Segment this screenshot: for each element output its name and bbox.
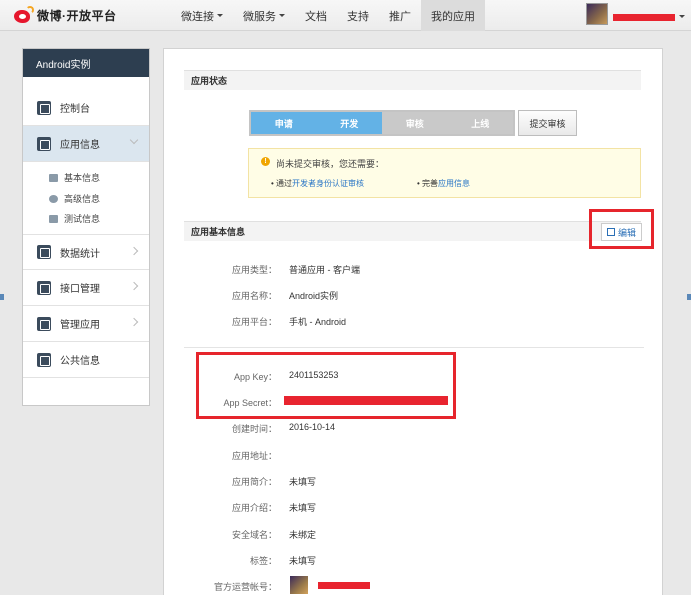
card-icon: [49, 173, 58, 182]
sidebar-item-manage-app[interactable]: 管理应用: [23, 306, 149, 342]
row-label: 应用平台：: [231, 317, 277, 327]
notice-title: 尚未提交审核，您还需要：: [276, 159, 385, 169]
main-nav: 微连接 微服务 文档 支持 推广 我的应用: [171, 0, 485, 31]
row-label: 应用简介：: [231, 477, 277, 487]
nav-label: 支持: [347, 10, 369, 23]
sidebar-app-title: Android实例: [23, 49, 149, 77]
user-card-icon: [49, 214, 58, 223]
user-menu[interactable]: [586, 3, 685, 25]
warning-icon: !: [261, 157, 270, 166]
sidebar-item-label: 管理应用: [60, 320, 100, 331]
redacted-official-account: [318, 582, 370, 589]
sidebar-item-label: 数据统计: [60, 248, 100, 260]
sidebar-subitem-advanced-info[interactable]: 高级信息: [49, 192, 100, 205]
nav-label: 推广: [389, 10, 411, 23]
sidebar-item-api-management[interactable]: 接口管理: [23, 270, 149, 306]
row-label: 应用介绍：: [231, 503, 277, 513]
complete-app-info-link[interactable]: 应用信息: [438, 179, 470, 188]
chart-icon: [37, 245, 51, 259]
nav-item-weilianjie[interactable]: 微连接: [171, 0, 233, 31]
resize-handle-right: [687, 294, 691, 300]
info-icon: [49, 194, 58, 203]
nav-label: 文档: [305, 10, 327, 23]
row-label: 应用名称：: [231, 291, 277, 301]
main-panel: 应用状态 申请 开发 审核 上线 提交审核 ! 尚未提交审核，您还需要： • 通…: [163, 48, 663, 595]
step-online: 上线: [447, 112, 513, 134]
official-account-avatar: [290, 576, 308, 594]
sidebar-item-label: 应用信息: [60, 140, 100, 151]
basic-info-section-title: 应用基本信息: [184, 221, 641, 241]
notice-prefix: • 完善: [417, 179, 439, 188]
row-label: 应用地址：: [231, 451, 277, 461]
console-icon: [37, 100, 51, 115]
caret-down-icon: [679, 15, 685, 18]
step-apply: 申请: [251, 112, 317, 134]
notice-item-app-info: • 完善应用信息: [417, 178, 470, 189]
notice-item-identity: • 通过开发者身份认证审核: [271, 178, 364, 189]
nav-label: 微连接: [181, 10, 214, 23]
sidebar-item-public-info[interactable]: 公共信息: [23, 342, 149, 378]
sidebar-item-app-info[interactable]: 应用信息: [23, 126, 149, 162]
app-type-value: 普通应用 - 客户端: [289, 265, 360, 275]
chevron-down-icon: [129, 135, 139, 145]
row-label: 应用类型：: [231, 265, 277, 275]
plug-icon: [37, 280, 51, 295]
caret-down-icon: [279, 14, 285, 17]
section-divider: [184, 347, 644, 348]
notice-box: ! 尚未提交审核，您还需要： • 通过开发者身份认证审核 • 完善应用信息: [248, 148, 641, 198]
resize-handle-left: [0, 294, 4, 300]
chevron-right-icon: [129, 281, 139, 291]
row-label: 官方运营帐号：: [213, 582, 277, 592]
redacted-username: [613, 13, 675, 21]
avatar: [586, 3, 608, 25]
sliders-icon: [37, 352, 51, 367]
caret-down-icon: [217, 14, 223, 17]
app-summary-value: 未填写: [289, 477, 317, 487]
row-label: 安全域名：: [231, 530, 277, 540]
sidebar-subitem-label: 测试信息: [64, 214, 101, 224]
nav-item-support[interactable]: 支持: [337, 0, 379, 31]
sidebar-subitem-label: 基本信息: [64, 173, 101, 183]
security-domain-value: 未绑定: [289, 530, 317, 540]
sidebar: Android实例 控制台 应用信息 基本信息 高级信息 测试信息 数据统计 接…: [22, 48, 150, 406]
identity-verification-link[interactable]: 开发者身份认证审核: [292, 179, 364, 188]
nav-label: 我的应用: [431, 10, 475, 23]
tags-value: 未填写: [289, 556, 317, 566]
app-name-value: Android实例: [289, 291, 339, 301]
row-label: 创建时间：: [231, 424, 277, 434]
nav-item-my-apps[interactable]: 我的应用: [421, 0, 485, 31]
sidebar-subitem-basic-info[interactable]: 基本信息: [49, 171, 100, 184]
top-navigation-bar: 微博·开放平台 微连接 微服务 文档 支持 推广 我的应用: [0, 0, 691, 31]
edit-highlight-box: [589, 209, 654, 249]
app-intro-value: 未填写: [289, 503, 317, 513]
credentials-highlight-box: [196, 352, 456, 419]
status-steps: 申请 开发 审核 上线: [249, 110, 515, 136]
sidebar-item-statistics[interactable]: 数据统计: [23, 234, 149, 270]
notice-prefix: • 通过: [271, 179, 293, 188]
weibo-eye-icon: [12, 6, 34, 24]
chevron-right-icon: [129, 246, 139, 256]
nav-item-docs[interactable]: 文档: [295, 0, 337, 31]
sidebar-item-label: 公共信息: [60, 356, 100, 367]
created-date-value: 2016-10-14: [289, 422, 336, 432]
row-label: 标签：: [249, 556, 277, 566]
sidebar-item-label: 接口管理: [60, 284, 100, 295]
step-develop: 开发: [316, 112, 382, 134]
step-review: 审核: [382, 112, 448, 134]
weibo-logo[interactable]: 微博·开放平台: [12, 5, 117, 25]
nav-item-promotion[interactable]: 推广: [379, 0, 421, 31]
nav-label: 微服务: [243, 10, 276, 23]
gear-icon: [37, 136, 51, 151]
app-platform-value: 手机 - Android: [289, 317, 347, 327]
sidebar-subitem-label: 高级信息: [64, 194, 101, 204]
sidebar-item-label: 控制台: [60, 104, 90, 115]
logo-text: 微博·开放平台: [37, 8, 117, 23]
app-status-section-title: 应用状态: [184, 70, 641, 90]
layers-icon: [37, 316, 51, 331]
sidebar-item-console[interactable]: 控制台: [23, 90, 149, 126]
nav-item-weifuwu[interactable]: 微服务: [233, 0, 295, 31]
submit-review-button[interactable]: 提交审核: [518, 110, 577, 136]
chevron-right-icon: [129, 317, 139, 327]
sidebar-subitem-test-info[interactable]: 测试信息: [49, 212, 100, 225]
